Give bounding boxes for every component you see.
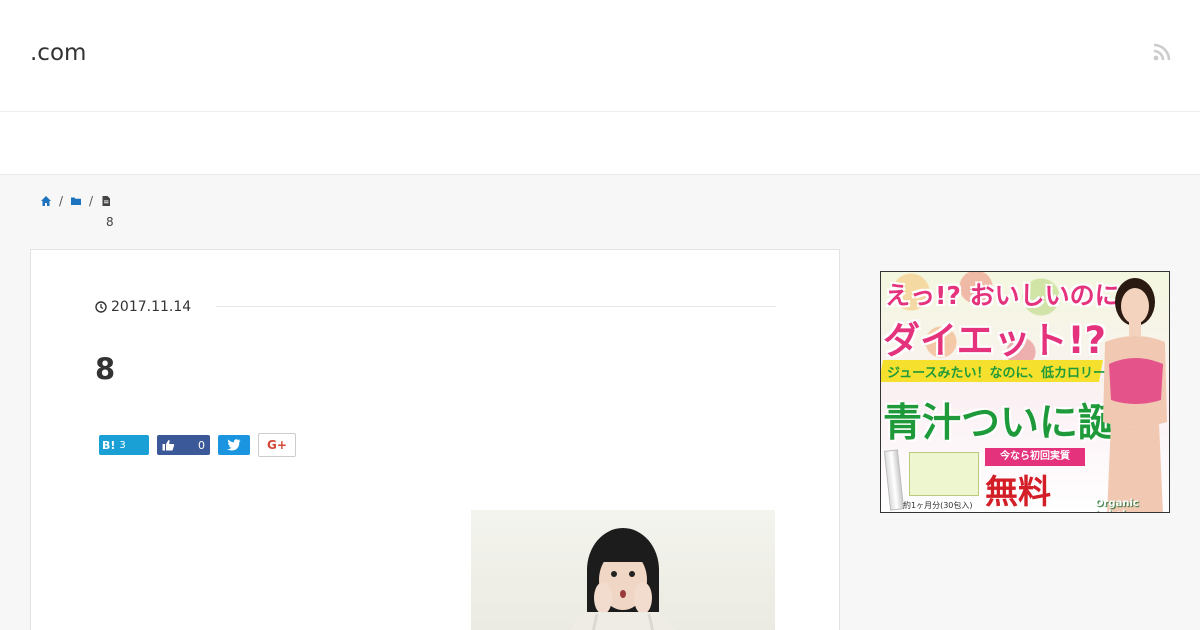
ad-package-note: 約1ヶ月分(30包入) xyxy=(903,501,973,510)
ad-tagline: ジュースみたい！なのに、低カロリー xyxy=(887,366,1107,381)
clock-icon xyxy=(95,301,107,313)
site-header: .com xyxy=(0,0,1200,112)
hatena-bookmark-button[interactable]: B! 3 xyxy=(99,435,149,455)
twitter-icon xyxy=(227,439,241,451)
breadcrumb-current: 8 xyxy=(106,215,114,229)
date-divider xyxy=(216,306,776,307)
ad-product-stick xyxy=(883,449,905,511)
folder-icon[interactable] xyxy=(70,195,82,207)
breadcrumb: / / 8 xyxy=(40,193,114,229)
ad-offer-tag: 今なら初回実質 xyxy=(985,448,1085,466)
thumbs-up-icon xyxy=(162,440,175,451)
ad-brand-logo: Organic Label xyxy=(1095,498,1139,512)
ad-product-box xyxy=(909,452,979,496)
google-plus-label: G+ xyxy=(267,438,287,452)
hatena-label: B! xyxy=(102,438,116,452)
home-icon[interactable] xyxy=(40,195,52,207)
breadcrumb-separator: / xyxy=(59,194,64,208)
post-date: 2017.11.14 xyxy=(95,299,191,315)
google-plus-button[interactable]: G+ xyxy=(258,433,296,457)
hatena-count: 3 xyxy=(119,439,126,451)
global-nav xyxy=(0,112,1200,175)
site-title[interactable]: .com xyxy=(30,40,86,66)
twitter-share-button[interactable] xyxy=(218,435,250,455)
post-title: 8 xyxy=(95,352,116,386)
file-icon xyxy=(102,196,111,206)
post-card: 2017.11.14 8 B! 3 0 G+ xyxy=(30,249,840,630)
ad-headline-2: ダイエット!? xyxy=(883,319,1106,362)
post-date-text: 2017.11.14 xyxy=(111,299,192,315)
ad-headline-1: えっ!? おいしいのに xyxy=(885,281,1120,310)
ad-free-text: 無料 xyxy=(985,472,1051,511)
rss-icon[interactable] xyxy=(1153,43,1171,61)
share-buttons: B! 3 0 G+ xyxy=(99,433,296,457)
facebook-like-button[interactable]: 0 xyxy=(157,435,210,455)
breadcrumb-separator: / xyxy=(89,194,94,208)
surprised-woman-illustration xyxy=(570,528,676,630)
like-count: 0 xyxy=(198,438,205,452)
ad-model-illustration xyxy=(1103,278,1167,512)
sidebar-ad-banner[interactable]: えっ!? おいしいのに ダイエット!? ジュースみたい！なのに、低カロリー 青汁… xyxy=(880,271,1170,513)
post-featured-image xyxy=(471,510,775,630)
